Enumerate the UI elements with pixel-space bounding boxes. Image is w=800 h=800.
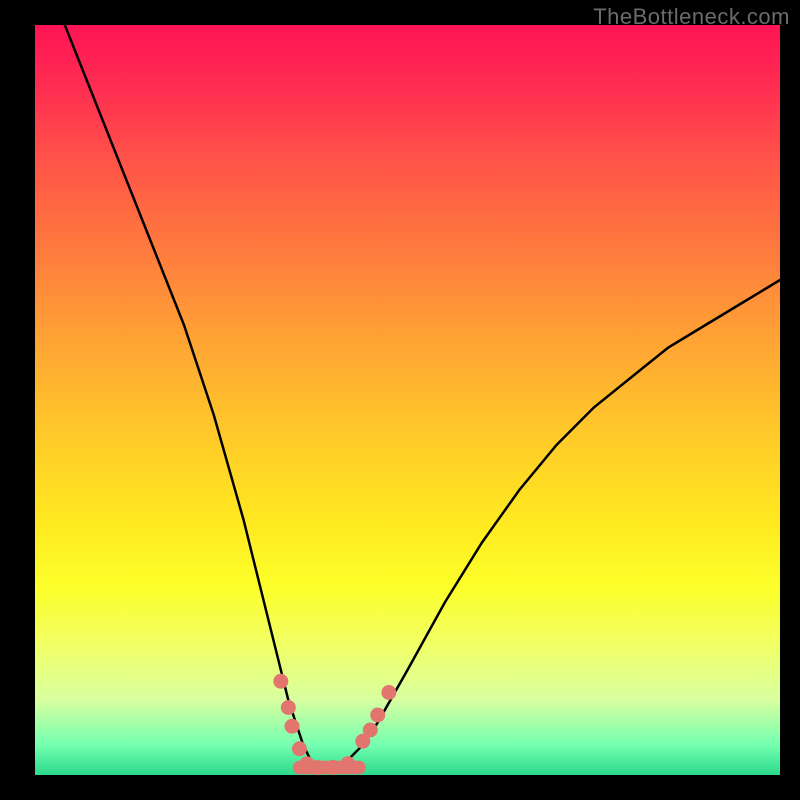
marker-dot xyxy=(311,760,326,775)
curve-layer xyxy=(65,25,780,768)
marker-dot xyxy=(381,685,396,700)
marker-dot xyxy=(281,700,296,715)
marker-dot xyxy=(340,756,355,771)
watermark-text: TheBottleneck.com xyxy=(593,4,790,30)
marker-dot xyxy=(370,708,385,723)
marker-dot xyxy=(363,723,378,738)
chart-frame: TheBottleneck.com xyxy=(0,0,800,800)
marker-dot xyxy=(292,741,307,756)
bottleneck-curve xyxy=(65,25,780,768)
plot-area xyxy=(35,25,780,775)
chart-svg xyxy=(35,25,780,775)
marker-dot xyxy=(285,719,300,734)
marker-dot xyxy=(326,760,341,775)
marker-dot xyxy=(273,674,288,689)
